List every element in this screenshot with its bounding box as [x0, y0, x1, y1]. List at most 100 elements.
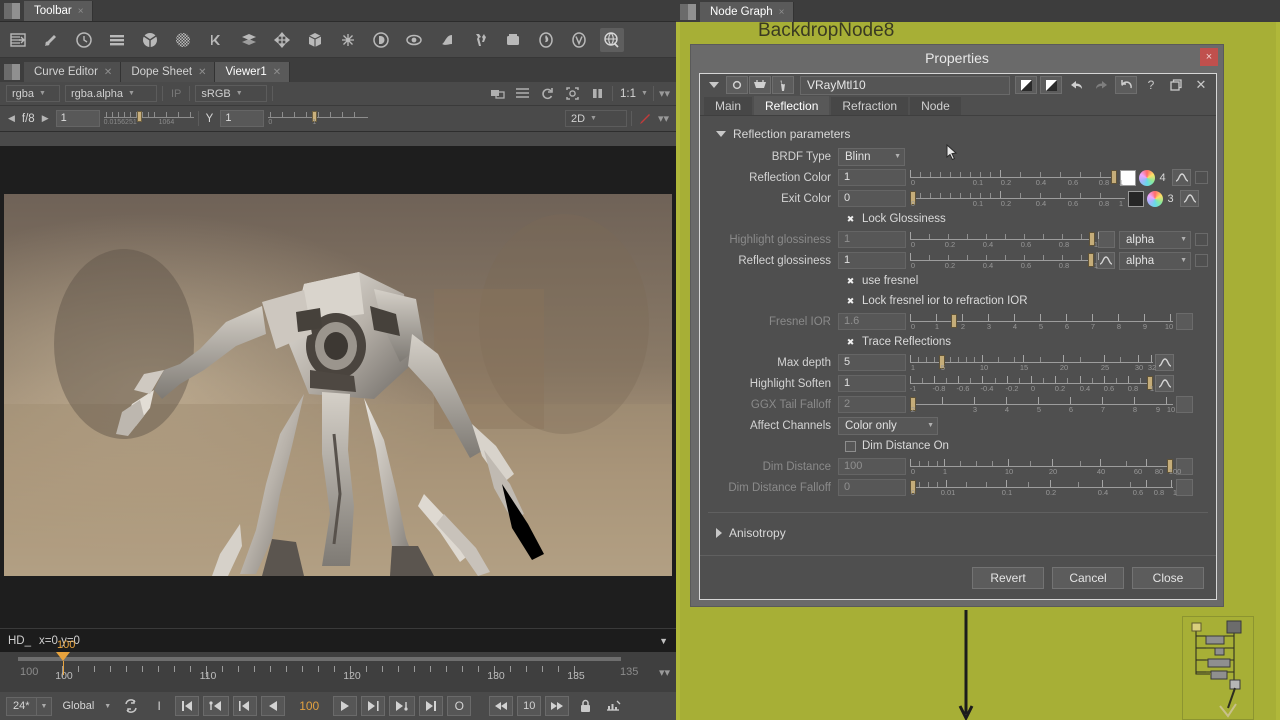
ggx-tail-falloff-slider[interactable]: 2 3 4 5 6 7 8 9 10: [910, 395, 1175, 415]
animation-curve-icon[interactable]: [1180, 190, 1199, 207]
transform-icon[interactable]: [270, 28, 294, 52]
float-icon[interactable]: [1165, 76, 1187, 94]
split-b-icon[interactable]: [1040, 76, 1062, 94]
node-color-icon[interactable]: [726, 76, 748, 94]
tools-icon[interactable]: [468, 28, 492, 52]
exit-color-channels[interactable]: 3: [1163, 193, 1178, 205]
redo-icon[interactable]: [1090, 76, 1112, 94]
paint-icon[interactable]: [39, 28, 63, 52]
lock-icon[interactable]: [573, 696, 597, 716]
fresnel-ior-curve-button[interactable]: [1176, 313, 1193, 330]
wrench-icon[interactable]: [772, 76, 794, 94]
reload-icon[interactable]: [1115, 76, 1137, 94]
layer-select[interactable]: rgba.alpha ▼: [65, 85, 157, 102]
loop-icon[interactable]: [119, 696, 143, 716]
animation-curve-icon[interactable]: [1155, 354, 1174, 371]
zoom-level[interactable]: 1:1: [618, 88, 636, 100]
timeline-in-frame[interactable]: 100: [20, 666, 38, 678]
tab-refraction[interactable]: Refraction: [831, 97, 909, 115]
exit-color-swatch[interactable]: [1128, 190, 1144, 207]
color-picker-icon[interactable]: [636, 110, 654, 128]
ip-toggle[interactable]: IP: [168, 88, 184, 100]
gain-slider[interactable]: 0.0156251 1064: [103, 109, 194, 129]
tab-node[interactable]: Node: [910, 97, 961, 115]
shuffle-icon[interactable]: [435, 28, 459, 52]
merge-icon[interactable]: [138, 28, 162, 52]
ggx-tail-falloff-curve-button[interactable]: [1176, 396, 1193, 413]
wipe-icon[interactable]: [487, 84, 507, 104]
exit-color-input[interactable]: 0: [838, 190, 906, 207]
tab-node-graph[interactable]: Node Graph ×: [700, 2, 794, 22]
properties-dialog[interactable]: Properties × VRayMtl10 ? ✕ Main Reflecti…: [690, 44, 1224, 607]
node-graph-thumbnail[interactable]: [1182, 616, 1254, 720]
vray-icon[interactable]: [567, 28, 591, 52]
close-icon[interactable]: ✕: [1190, 76, 1212, 94]
close-button[interactable]: Close: [1132, 566, 1204, 589]
expand-chevrons-icon[interactable]: ▾▾: [659, 666, 670, 679]
tab-curve-editor[interactable]: Curve Editor ✕: [24, 62, 122, 82]
prev-key-icon[interactable]: [203, 696, 230, 716]
box-icon[interactable]: [501, 28, 525, 52]
panel-grip-icon[interactable]: [4, 3, 20, 19]
reflect-glossiness-channel-select[interactable]: alpha ▼: [1119, 251, 1191, 270]
dialog-close-button[interactable]: ×: [1200, 48, 1218, 66]
backdrop-node-label[interactable]: BackdropNode8: [758, 20, 894, 42]
chevron-down-icon[interactable]: ▼: [659, 636, 668, 646]
view-mode-select[interactable]: 2D ▼: [564, 110, 627, 127]
help-icon[interactable]: ?: [1140, 76, 1162, 94]
keyframe-icon[interactable]: [601, 696, 625, 716]
mask-icon[interactable]: [749, 76, 771, 94]
ggx-tail-falloff-input[interactable]: 2: [838, 396, 906, 413]
max-depth-slider[interactable]: 1 5 10 15 20 25 30 32: [910, 353, 1156, 373]
reflection-color-slider[interactable]: 0 0.1 0.2 0.4 0.6 0.8 1: [910, 168, 1123, 188]
play-forward-icon[interactable]: [333, 696, 358, 716]
rewind-icon[interactable]: [489, 696, 514, 716]
last-frame-icon[interactable]: [419, 696, 444, 716]
highlight-glossiness-slider[interactable]: 0 0.2 0.4 0.6 0.8 1: [910, 230, 1099, 250]
prev-frame-step-icon[interactable]: [233, 696, 258, 716]
revert-button[interactable]: Revert: [972, 566, 1044, 589]
highlight-glossiness-expression-box[interactable]: [1195, 233, 1208, 246]
tab-toolbar[interactable]: Toolbar ×: [24, 1, 93, 21]
pause-icon[interactable]: [587, 84, 607, 104]
use-fresnel-checkbox[interactable]: ✖ use fresnel: [708, 271, 1208, 291]
dim-distance-input[interactable]: 100: [838, 458, 906, 475]
reflection-color-expression-box[interactable]: [1195, 171, 1208, 184]
prev-stop-icon[interactable]: ◀: [5, 113, 18, 124]
layers-stack-icon[interactable]: [105, 28, 129, 52]
expand-chevrons-icon[interactable]: ▾▾: [659, 87, 670, 100]
viewer-canvas[interactable]: [0, 146, 676, 628]
refresh-icon[interactable]: [537, 84, 557, 104]
play-backward-icon[interactable]: [261, 696, 286, 716]
layer-icon[interactable]: [237, 28, 261, 52]
expand-chevrons-icon[interactable]: ▾▾: [658, 112, 671, 125]
particles-icon[interactable]: [336, 28, 360, 52]
lock-fresnel-ior-checkbox[interactable]: ✖ Lock fresnel ior to refraction IOR: [708, 291, 1208, 311]
tab-viewer1[interactable]: Viewer1 ✕: [215, 62, 291, 82]
frame-step-value[interactable]: 10: [517, 696, 542, 716]
panel-grip-icon-2[interactable]: [4, 64, 20, 80]
chevron-down-icon[interactable]: ▼: [641, 90, 648, 97]
animation-curve-icon[interactable]: [1155, 375, 1174, 392]
gamma-input[interactable]: 1: [220, 110, 265, 127]
fresnel-ior-input[interactable]: 1.6: [838, 313, 906, 330]
insert-key-icon[interactable]: I: [147, 696, 171, 716]
brdf-type-select[interactable]: Blinn ▼: [838, 147, 905, 166]
first-frame-icon[interactable]: [175, 696, 200, 716]
lock-glossiness-checkbox[interactable]: ✖ Lock Glossiness: [708, 209, 1208, 229]
close-icon[interactable]: ✕: [198, 67, 206, 78]
highlight-soften-slider[interactable]: -1 -0.8 -0.6 -0.4 -0.2 0 0.2 0.4 0.6 0.8…: [910, 374, 1154, 394]
globe-icon[interactable]: [600, 27, 624, 52]
play-forward-step-icon[interactable]: [361, 696, 386, 716]
animation-curve-icon[interactable]: [1172, 169, 1191, 186]
cube-3d-icon[interactable]: [303, 28, 327, 52]
dim-distance-falloff-input[interactable]: 0: [838, 479, 906, 496]
highlight-glossiness-input[interactable]: 1: [838, 231, 906, 248]
reflection-color-channels[interactable]: 4: [1155, 172, 1170, 184]
tab-dope-sheet[interactable]: Dope Sheet ✕: [121, 62, 216, 82]
list-icon[interactable]: [512, 84, 532, 104]
colorspace-select[interactable]: sRGB ▼: [195, 85, 268, 102]
split-a-icon[interactable]: [1015, 76, 1037, 94]
dim-distance-falloff-slider[interactable]: 0 0.01 0.1 0.2 0.4 0.6 0.8 1: [910, 478, 1177, 498]
tab-main[interactable]: Main: [704, 97, 753, 115]
